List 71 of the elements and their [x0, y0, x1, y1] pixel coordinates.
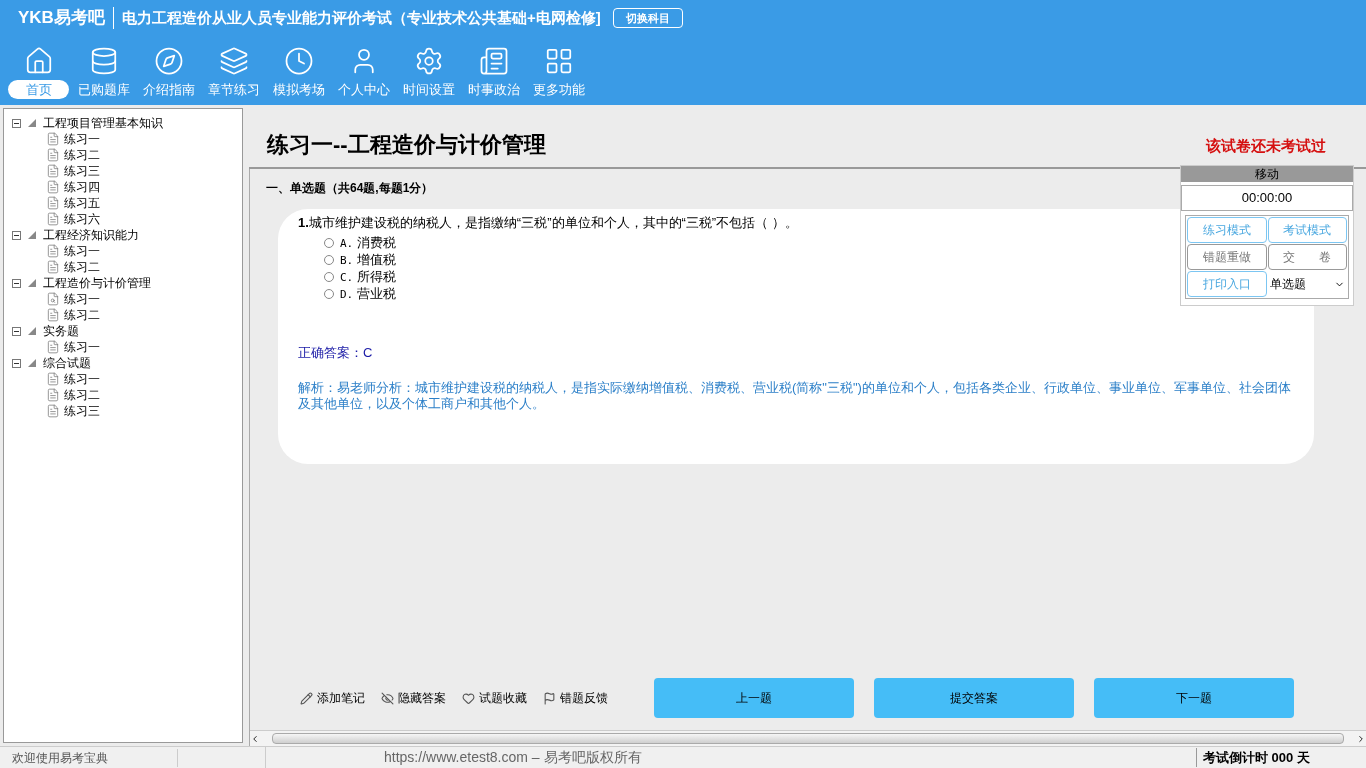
tool-link[interactable]: 隐藏答案	[381, 689, 446, 707]
move-handle[interactable]: 移动	[1181, 166, 1353, 182]
panel-button[interactable]: 错题重做	[1187, 244, 1267, 270]
tree-folder[interactable]: 工程经济知识能力	[43, 226, 139, 244]
collapse-toggle[interactable]	[12, 278, 21, 288]
triangle-icon	[27, 230, 37, 240]
tree-item[interactable]: 练习二	[64, 306, 100, 324]
triangle-icon	[27, 118, 37, 128]
copyright-text: https://www.etest8.com – 易考吧版权所有	[384, 748, 642, 767]
action-button[interactable]: 提交答案	[874, 678, 1074, 718]
timer-display: 00:00:00	[1181, 185, 1353, 211]
heart-icon	[462, 691, 475, 705]
tree-item[interactable]: 练习五	[64, 194, 100, 212]
option-text[interactable]: C. 所得税	[340, 267, 396, 287]
tree-folder[interactable]: 实务题	[43, 322, 79, 340]
newspaper-icon	[478, 46, 509, 76]
collapse-toggle[interactable]	[12, 230, 21, 240]
analysis-text: 解析：易老师分析：城市维护建设税的纳税人，是指实际缴纳增值税、消费税、营业税(简称"三税")的单位和个人，包括各类企业、行政单位、事业单位、军事单位、社会团体及其他单位，以及个体工商户和其他个人。	[298, 380, 1292, 412]
radio-button[interactable]	[324, 272, 334, 282]
tree-item[interactable]: 练习四	[64, 178, 100, 196]
triangle-icon	[27, 278, 37, 288]
compass-icon	[153, 46, 184, 76]
tree-item[interactable]: 练习二	[64, 258, 100, 276]
radio-button[interactable]	[324, 255, 334, 265]
scroll-right-icon[interactable]	[1356, 733, 1366, 744]
pencil-icon	[300, 691, 313, 705]
tree-item[interactable]: 练习三	[64, 162, 100, 180]
tree-item[interactable]: 练习一	[64, 338, 100, 356]
tree-item[interactable]: 练习一	[64, 370, 100, 388]
tool-link[interactable]: 添加笔记	[300, 689, 365, 707]
tree-item[interactable]: 练习一	[64, 130, 100, 148]
scrollbar-thumb[interactable]	[272, 733, 1344, 744]
tree-folder[interactable]: 综合试题	[43, 354, 91, 372]
option-text[interactable]: A. 消费税	[340, 233, 396, 253]
question-text: 1.城市维护建设税的纳税人，是指缴纳“三税”的单位和个人，其中的“三税”不包括（ ）。	[298, 214, 798, 232]
tree-item[interactable]: 练习三	[64, 402, 100, 420]
logo: YKB易考吧	[18, 7, 105, 30]
tree-item[interactable]: 练习二	[64, 386, 100, 404]
triangle-icon	[27, 358, 37, 368]
countdown-text: 考试倒计时 000 天	[1196, 747, 1366, 768]
eye-icon	[381, 691, 394, 705]
panel-button[interactable]: 交 卷	[1267, 244, 1347, 270]
welcome-text: 欢迎使用易考宝典	[0, 748, 178, 767]
question-type-dropdown[interactable]: 单选题	[1267, 271, 1347, 297]
scroll-left-icon[interactable]	[250, 733, 260, 744]
tree-item[interactable]: 练习一	[64, 242, 100, 260]
triangle-icon	[27, 326, 37, 336]
correct-answer: 正确答案：C	[298, 343, 374, 362]
option-text[interactable]: D. 营业税	[340, 284, 396, 304]
collapse-toggle[interactable]	[12, 118, 21, 128]
exam-status: 该试卷还未考试过	[1206, 135, 1326, 156]
action-button[interactable]: 下一题	[1094, 678, 1294, 718]
exam-title: 电力工程造价从业人员专业能力评价考试（专业技术公共基础+电网检修]	[121, 7, 601, 28]
flag-icon	[543, 691, 556, 705]
option-text[interactable]: B. 增值税	[340, 250, 396, 270]
clock-icon	[283, 46, 314, 76]
tree-item[interactable]: 练习一	[64, 290, 100, 308]
tool-link[interactable]: 错题反馈	[543, 689, 608, 707]
paper-title: 练习一--工程造价与计价管理	[267, 131, 546, 159]
layers-icon	[218, 46, 249, 76]
action-button[interactable]: 上一题	[654, 678, 854, 718]
collapse-toggle[interactable]	[12, 326, 21, 336]
tree-item[interactable]: 练习六	[64, 210, 100, 228]
tool-link[interactable]: 试题收藏	[462, 689, 527, 707]
radio-button[interactable]	[324, 289, 334, 299]
radio-button[interactable]	[324, 238, 334, 248]
tree-folder[interactable]: 工程项目管理基本知识	[43, 114, 163, 132]
tree-folder[interactable]: 工程造价与计价管理	[43, 274, 151, 292]
collapse-toggle[interactable]	[12, 358, 21, 368]
tree-item[interactable]: 练习二	[64, 146, 100, 164]
section-heading: 一、单选题（共64题,每题1分）	[266, 180, 435, 197]
